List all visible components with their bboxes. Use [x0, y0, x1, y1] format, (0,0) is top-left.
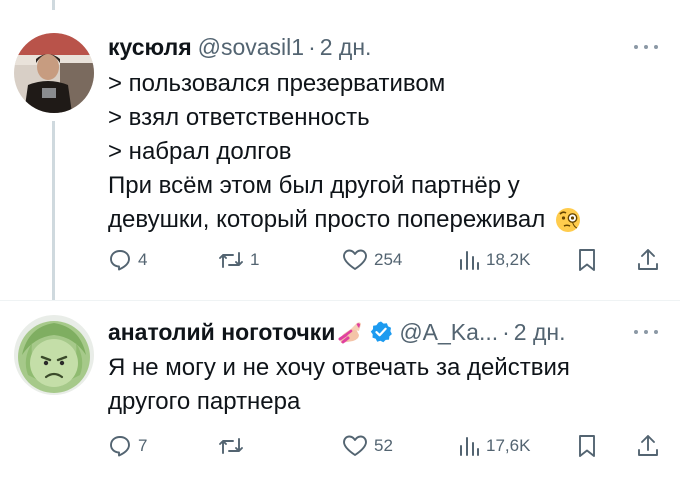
more-dot-icon	[644, 45, 648, 49]
tweet-line-last: девушки, который просто попереживал	[108, 203, 668, 237]
timestamp[interactable]: 2 дн.	[320, 34, 372, 60]
more-dot-icon	[654, 330, 658, 334]
tweet-text: Я не могу и не хочу отвечать за действия…	[108, 351, 668, 419]
bookmark-button[interactable]	[577, 431, 597, 461]
tweet-line: При всём этом был другой партнёр у	[108, 172, 520, 199]
share-icon	[636, 247, 660, 273]
tweet-2[interactable]: анатолий ноготочки @A_Ka... · 2 дн. Я не…	[0, 300, 680, 490]
views-bar-chart-icon	[458, 434, 480, 458]
heart-icon	[342, 434, 368, 458]
views-bar-chart-icon	[458, 248, 480, 272]
more-dot-icon	[644, 330, 648, 334]
tweet-line: девушки, который просто попереживал	[108, 206, 546, 233]
thread-line-top	[52, 0, 55, 10]
repost-count: 1	[250, 250, 260, 269]
like-button[interactable]: 254	[342, 245, 402, 275]
views-count: 17,6K	[486, 436, 531, 455]
tweet-line: другого партнера	[108, 388, 301, 415]
more-dot-icon	[634, 330, 638, 334]
tweet-text: > пользовался презервативом > взял ответ…	[108, 67, 668, 237]
timestamp[interactable]: 2 дн.	[514, 319, 566, 345]
more-dot-icon	[654, 45, 658, 49]
separator-dot: ·	[502, 319, 510, 345]
author-name[interactable]: кусюля	[108, 34, 192, 60]
more-options-button[interactable]	[634, 42, 658, 52]
action-bar: 7 52 17,6K	[108, 431, 668, 461]
reply-count: 4	[138, 250, 148, 269]
reply-icon	[108, 248, 132, 272]
bookmark-icon	[577, 433, 597, 459]
heart-icon	[342, 248, 368, 272]
repost-button[interactable]: 1	[218, 245, 259, 275]
author-handle[interactable]: @A_Ka...	[399, 319, 498, 345]
reply-icon	[108, 434, 132, 458]
author-name[interactable]: анатолий ноготочки	[108, 319, 335, 345]
more-options-button[interactable]	[634, 327, 658, 337]
nail-polish-icon	[337, 319, 363, 345]
share-icon	[636, 433, 660, 459]
thread-line	[52, 121, 55, 300]
share-button[interactable]	[636, 245, 660, 275]
repost-icon	[218, 434, 244, 458]
like-count: 52	[374, 436, 393, 455]
tweet-header: анатолий ноготочки @A_Ka... · 2 дн.	[108, 319, 566, 345]
reply-button[interactable]: 7	[108, 431, 147, 461]
separator-dot: ·	[308, 34, 316, 60]
views-button[interactable]: 17,6K	[458, 431, 530, 461]
tweet-header: кусюля @sovasil1 · 2 дн.	[108, 34, 371, 60]
repost-button[interactable]	[218, 431, 250, 461]
face-with-monocle-icon	[555, 207, 581, 233]
reply-count: 7	[138, 436, 148, 455]
bookmark-button[interactable]	[577, 245, 597, 275]
like-button[interactable]: 52	[342, 431, 393, 461]
tweet-line: > пользовался презервативом	[108, 70, 446, 97]
like-count: 254	[374, 250, 403, 269]
tweet-line: Я не могу и не хочу отвечать за действия	[108, 354, 570, 381]
more-dot-icon	[634, 45, 638, 49]
share-button[interactable]	[636, 431, 660, 461]
tweet-line: > набрал долгов	[108, 138, 292, 165]
avatar[interactable]	[14, 33, 94, 113]
views-button[interactable]: 18,2K	[458, 245, 530, 275]
verified-badge-icon[interactable]	[369, 320, 393, 344]
views-count: 18,2K	[486, 250, 531, 269]
reply-button[interactable]: 4	[108, 245, 147, 275]
tweet-1[interactable]: кусюля @sovasil1 · 2 дн. > пользовался п…	[0, 0, 680, 300]
bookmark-icon	[577, 247, 597, 273]
tweet-line: > взял ответственность	[108, 104, 370, 131]
avatar[interactable]	[14, 315, 94, 395]
repost-icon	[218, 248, 244, 272]
action-bar: 4 1 254 18,2K	[108, 245, 668, 275]
author-handle[interactable]: @sovasil1	[198, 34, 304, 60]
